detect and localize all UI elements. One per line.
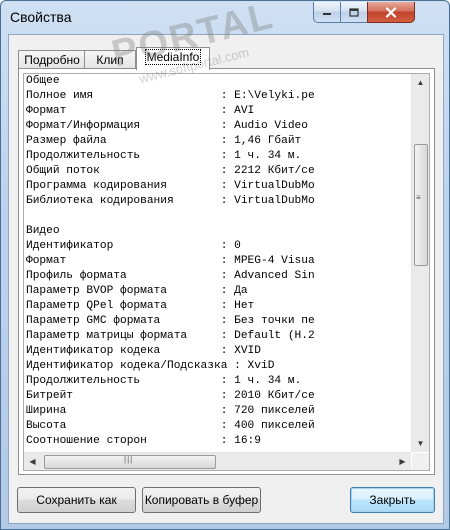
title-bar[interactable]: Свойства: [1, 1, 449, 33]
scroll-right-arrow-icon[interactable]: ▶: [394, 453, 411, 470]
info-line: Идентификатор кодека : XVID: [26, 345, 261, 357]
info-line: Программа кодирования : VirtualDubMo: [26, 180, 315, 192]
maximize-icon: [349, 7, 359, 17]
info-line: Формат/Информация : Audio Video: [26, 120, 308, 132]
info-line: [24, 209, 411, 224]
scroll-up-arrow-icon[interactable]: ▲: [412, 74, 429, 91]
scrollbar-corner: [412, 453, 429, 470]
info-line: Идентификатор кодека/Подсказка : XviD: [26, 360, 275, 372]
horizontal-scrollbar[interactable]: ◀ ||| ▶: [24, 452, 411, 470]
info-line: Ширина : 720 пикселей: [26, 405, 315, 417]
tab-panel: Общее Полное имя : E:\Velyki.pe Формат : A…: [18, 68, 435, 475]
scroll-down-arrow-icon[interactable]: ▼: [412, 435, 429, 452]
copy-to-clipboard-button[interactable]: Копировать в буфер: [142, 487, 261, 513]
info-line: Размер файла : 1,46 Гбайт: [26, 135, 302, 147]
mediainfo-content: Общее Полное имя : E:\Velyki.pe Формат : A…: [24, 74, 411, 452]
tab-details[interactable]: Подробно: [18, 50, 86, 70]
info-line: Продолжительность : 1 ч. 34 м.: [26, 150, 302, 162]
info-line: Видео: [26, 225, 60, 237]
tab-clip-label: Клип: [96, 53, 124, 67]
tab-mediainfo[interactable]: MediaInfo: [136, 47, 210, 70]
info-line: Идентификатор : 0: [26, 240, 241, 252]
scroll-left-arrow-icon[interactable]: ◀: [24, 453, 41, 470]
close-button[interactable]: Закрыть: [350, 487, 435, 513]
close-icon: [385, 6, 397, 18]
info-line: Параметр BVOP формата : Да: [26, 285, 248, 297]
info-line: Формат : AVI: [26, 105, 255, 117]
tab-mediainfo-label: MediaInfo: [144, 49, 202, 65]
dialog-client: Подробно Клип MediaInfo Общее Полное имя …: [8, 34, 444, 524]
vertical-grip-icon: ≡: [416, 193, 422, 202]
tab-details-label: Подробно: [24, 53, 80, 67]
info-line: Соотношение сторон : 16:9: [26, 435, 261, 447]
mediainfo-text-area[interactable]: Общее Полное имя : E:\Velyki.pe Формат : A…: [23, 73, 430, 471]
minimize-icon: [323, 13, 331, 15]
vertical-scrollbar[interactable]: ▲ ≡ ▼: [411, 74, 429, 452]
info-line: Высота : 400 пикселей: [26, 420, 315, 432]
minimize-button[interactable]: [313, 2, 341, 23]
info-line: Битрейт : 2010 Кбит/се: [26, 390, 315, 402]
info-line: Продолжительность : 1 ч. 34 м.: [26, 375, 302, 387]
info-line: Полное имя : E:\Velyki.pe: [26, 90, 315, 102]
info-line: Параметр QPel формата : Нет: [26, 300, 255, 312]
vertical-scroll-thumb[interactable]: [414, 144, 428, 266]
info-line: Формат : MPEG-4 Visua: [26, 255, 315, 267]
info-line: Общее: [26, 75, 60, 87]
info-line: Общий поток : 2212 Кбит/се: [26, 165, 315, 177]
info-line: Параметр матрицы формата : Default (H.2: [26, 330, 315, 342]
info-line: Параметр GMC формата : Без точки пе: [26, 315, 315, 327]
close-window-button[interactable]: [367, 2, 415, 23]
window-title: Свойства: [10, 9, 72, 25]
info-line: Профиль формата : Advanced Sin: [26, 270, 315, 282]
maximize-button[interactable]: [340, 2, 368, 23]
save-as-button[interactable]: Сохранить как: [17, 487, 136, 513]
horizontal-grip-icon: |||: [124, 455, 134, 464]
info-line: Библиотека кодирования : VirtualDubMo: [26, 195, 315, 207]
tab-clip[interactable]: Клип: [84, 50, 136, 70]
properties-window: Свойства PORTAL www.softportal.com Подро…: [0, 0, 450, 530]
